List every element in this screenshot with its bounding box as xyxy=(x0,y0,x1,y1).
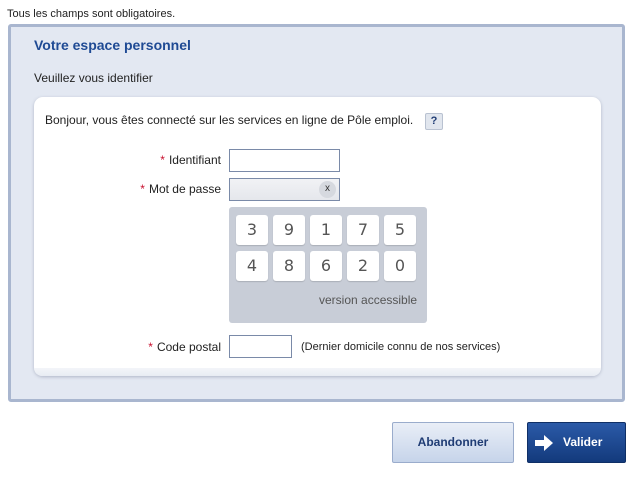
panel-subtitle: Veuillez vous identifier xyxy=(34,71,153,85)
keypad-key[interactable]: 8 xyxy=(273,251,305,281)
validate-button-label: Valider xyxy=(563,435,603,449)
required-marker: * xyxy=(148,340,153,354)
keypad-key[interactable]: 0 xyxy=(384,251,416,281)
card-bottom-strip xyxy=(34,368,601,376)
postal-code-label-text: Code postal xyxy=(156,340,221,354)
postal-code-input[interactable] xyxy=(229,335,292,358)
keypad-key[interactable]: 7 xyxy=(347,215,379,245)
keypad-key[interactable]: 4 xyxy=(236,251,268,281)
password-label-text: Mot de passe xyxy=(148,182,221,196)
keypad-key[interactable]: 2 xyxy=(347,251,379,281)
intro-text: Bonjour, vous êtes connecté sur les serv… xyxy=(45,113,414,127)
login-panel: Votre espace personnel Veuillez vous ide… xyxy=(8,24,625,402)
required-marker: * xyxy=(160,153,165,167)
keypad-key[interactable]: 9 xyxy=(273,215,305,245)
login-card: Bonjour, vous êtes connecté sur les serv… xyxy=(34,97,601,376)
question-mark-icon: ? xyxy=(430,115,438,127)
keypad-key[interactable]: 3 xyxy=(236,215,268,245)
help-button[interactable]: ? xyxy=(425,113,443,130)
validate-button[interactable]: Valider xyxy=(527,422,626,463)
virtual-keypad: 3 9 1 7 5 4 8 6 2 0 version accessible xyxy=(229,207,427,323)
password-field[interactable]: x xyxy=(229,178,340,201)
keypad-key[interactable]: 1 xyxy=(310,215,342,245)
password-label: * Mot de passe xyxy=(124,182,221,196)
identifiant-label-text: Identifiant xyxy=(168,153,221,167)
identifiant-input[interactable] xyxy=(229,149,340,172)
abandon-button[interactable]: Abandonner xyxy=(392,422,514,463)
required-fields-note: Tous les champs sont obligatoires. xyxy=(7,8,176,20)
keypad-key[interactable]: 5 xyxy=(384,215,416,245)
panel-title: Votre espace personnel xyxy=(34,37,191,53)
accessible-version-link[interactable]: version accessible xyxy=(319,293,417,307)
close-icon[interactable]: x xyxy=(319,181,336,198)
arrow-right-icon xyxy=(535,435,553,451)
required-marker: * xyxy=(140,182,145,196)
identifiant-label: * Identifiant xyxy=(144,153,221,167)
postal-code-hint: (Dernier domicile connu de nos services) xyxy=(301,341,501,353)
postal-code-label: * Code postal xyxy=(134,340,221,354)
keypad-key[interactable]: 6 xyxy=(310,251,342,281)
